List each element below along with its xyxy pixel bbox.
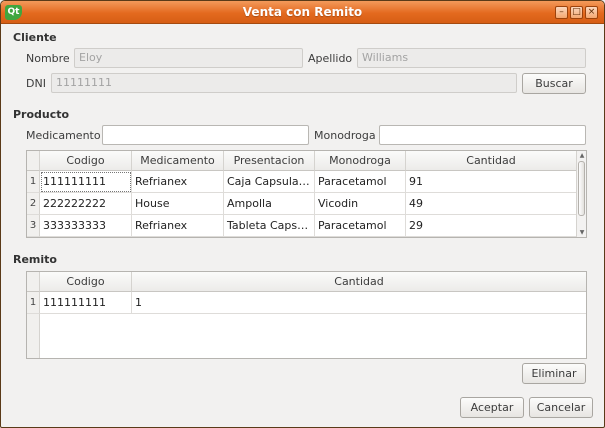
cell-medicamento[interactable]: Refrianex: [132, 215, 224, 237]
minimize-button[interactable]: –: [555, 6, 568, 19]
scrollbar-thumb[interactable]: [578, 161, 585, 216]
apellido-field[interactable]: Williams: [357, 48, 586, 68]
table-corner: [27, 151, 40, 171]
cell-monodroga[interactable]: Paracetamol: [315, 171, 406, 193]
cell-medicamento[interactable]: House: [132, 193, 224, 215]
row-number: 1: [27, 171, 40, 193]
nombre-field[interactable]: Eloy: [74, 48, 303, 68]
venta-remito-dialog: Qt Venta con Remito – □ × Cliente Nombre…: [0, 0, 605, 428]
cell-codigo[interactable]: 222222222: [40, 193, 132, 215]
header-presentacion[interactable]: Presentacion: [224, 151, 315, 171]
cell-presentacion[interactable]: Tableta Capsul...: [224, 215, 315, 237]
title-bar[interactable]: Qt Venta con Remito – □ ×: [1, 1, 604, 24]
header-cantidad[interactable]: Cantidad: [132, 272, 586, 292]
apellido-label: Apellido: [308, 52, 353, 65]
close-button[interactable]: ×: [585, 6, 598, 19]
productos-table[interactable]: Codigo Medicamento Presentacion Monodrog…: [26, 150, 587, 238]
row-number: 1: [27, 292, 40, 314]
cell-presentacion[interactable]: Ampolla: [224, 193, 315, 215]
cell-presentacion[interactable]: Caja Capsulas ...: [224, 171, 315, 193]
row-header-filler: [27, 314, 40, 358]
cancelar-button[interactable]: Cancelar: [529, 397, 593, 418]
dni-field[interactable]: 11111111: [51, 73, 517, 93]
cell-codigo[interactable]: 333333333: [40, 215, 132, 237]
monodroga-search-input[interactable]: [379, 125, 586, 145]
row-number: 2: [27, 193, 40, 215]
header-codigo[interactable]: Codigo: [40, 272, 132, 292]
cliente-section-title: Cliente: [13, 31, 57, 44]
dni-label: DNI: [26, 77, 46, 90]
medicamento-search-input[interactable]: [102, 125, 309, 145]
header-cantidad[interactable]: Cantidad: [406, 151, 577, 171]
producto-section-title: Producto: [13, 108, 70, 121]
aceptar-button[interactable]: Aceptar: [460, 397, 524, 418]
window-title: Venta con Remito: [242, 5, 363, 19]
cell-monodroga[interactable]: Paracetamol: [315, 215, 406, 237]
cell-codigo[interactable]: 111111111: [40, 171, 132, 193]
productos-vertical-scrollbar[interactable]: ▲ ▼: [576, 151, 586, 237]
scroll-up-arrow-icon[interactable]: ▲: [577, 151, 586, 160]
cell-cantidad[interactable]: 1: [132, 292, 586, 314]
remito-table[interactable]: Codigo Cantidad 1 111111111 1: [26, 271, 587, 359]
table-corner: [27, 272, 40, 292]
header-medicamento[interactable]: Medicamento: [132, 151, 224, 171]
scroll-down-arrow-icon[interactable]: ▼: [577, 228, 586, 237]
medicamento-label: Medicamento: [26, 129, 101, 142]
cell-cantidad[interactable]: 91: [406, 171, 577, 193]
row-number: 3: [27, 215, 40, 237]
remito-section-title: Remito: [13, 253, 57, 266]
buscar-button[interactable]: Buscar: [522, 73, 586, 94]
monodroga-label: Monodroga: [314, 129, 376, 142]
cell-cantidad[interactable]: 29: [406, 215, 577, 237]
cell-medicamento[interactable]: Refrianex: [132, 171, 224, 193]
header-monodroga[interactable]: Monodroga: [315, 151, 406, 171]
nombre-label: Nombre: [26, 52, 70, 65]
eliminar-button[interactable]: Eliminar: [522, 363, 586, 384]
cell-codigo[interactable]: 111111111: [40, 292, 132, 314]
cell-monodroga[interactable]: Vicodin: [315, 193, 406, 215]
cell-cantidad[interactable]: 49: [406, 193, 577, 215]
maximize-button[interactable]: □: [570, 6, 583, 19]
header-codigo[interactable]: Codigo: [40, 151, 132, 171]
